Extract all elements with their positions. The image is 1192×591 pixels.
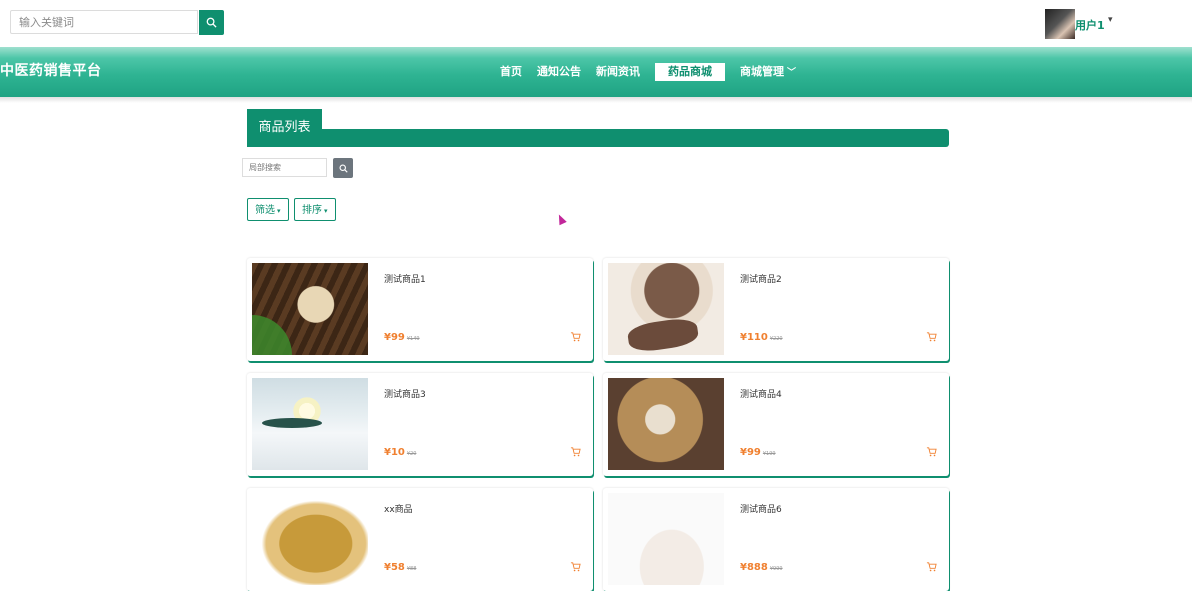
brand-title: 中医药销售平台 — [0, 63, 102, 79]
top-bar: 用户1 ▾ — [0, 0, 1192, 47]
product-name: xx商品 — [384, 505, 413, 515]
product-card[interactable]: xx商品 ¥58 ¥88 — [247, 488, 593, 591]
nav-mall-management[interactable]: 商城管理 ﹀ — [740, 63, 796, 81]
avatar[interactable] — [1045, 9, 1075, 39]
sort-label: 排序 — [302, 205, 322, 216]
price-original: ¥149 — [406, 336, 420, 342]
search-input[interactable] — [10, 10, 198, 34]
sort-dropdown[interactable]: 排序 ▾ — [294, 198, 336, 221]
product-price: ¥10 ¥20 — [384, 447, 416, 458]
caret-down-icon: ▾ — [277, 207, 281, 215]
product-image[interactable] — [252, 263, 368, 355]
section-header: 商品列表 — [247, 109, 949, 148]
mouse-cursor — [555, 212, 567, 226]
price-original: ¥999 — [769, 566, 783, 572]
filter-dropdown[interactable]: 筛选 ▾ — [247, 198, 289, 221]
nav-notices[interactable]: 通知公告 — [537, 63, 581, 81]
price-current: ¥58 — [384, 562, 405, 573]
username[interactable]: 用户1 — [1075, 17, 1105, 33]
search-button[interactable] — [199, 10, 224, 35]
nav-home[interactable]: 首页 — [500, 63, 522, 81]
product-price: ¥110 ¥220 — [740, 332, 783, 343]
product-name: 测试商品1 — [384, 275, 426, 285]
price-original: ¥220 — [769, 336, 783, 342]
cart-icon[interactable] — [926, 561, 937, 572]
cart-icon[interactable] — [570, 331, 581, 342]
price-current: ¥99 — [384, 332, 405, 343]
product-card[interactable]: 测试商品2 ¥110 ¥220 — [603, 258, 949, 361]
product-image[interactable] — [252, 378, 368, 470]
product-card[interactable]: 测试商品6 ¥888 ¥999 — [603, 488, 949, 591]
product-price: ¥99 ¥149 — [384, 332, 420, 343]
price-current: ¥110 — [740, 332, 768, 343]
main-header: 中医药销售平台 首页 通知公告 新闻资讯 药品商城 商城管理 ﹀ — [0, 47, 1192, 103]
product-price: ¥888 ¥999 — [740, 562, 783, 573]
product-name: 测试商品6 — [740, 505, 782, 515]
product-image[interactable] — [608, 263, 724, 355]
product-price: ¥99 ¥199 — [740, 447, 776, 458]
caret-down-icon[interactable]: ▾ — [1108, 15, 1113, 25]
price-current: ¥888 — [740, 562, 768, 573]
nav-mall-management-label: 商城管理 — [740, 65, 784, 78]
cart-icon[interactable] — [570, 561, 581, 572]
cart-icon[interactable] — [926, 446, 937, 457]
product-name: 测试商品4 — [740, 390, 782, 400]
price-original: ¥88 — [406, 566, 417, 572]
local-search-button[interactable] — [333, 158, 353, 178]
section-bar — [247, 129, 949, 147]
product-card[interactable]: 测试商品4 ¥99 ¥199 — [603, 373, 949, 476]
price-current: ¥99 — [740, 447, 761, 458]
price-original: ¥20 — [406, 451, 417, 457]
search-icon — [206, 17, 217, 28]
product-card[interactable]: 测试商品1 ¥99 ¥149 — [247, 258, 593, 361]
search-icon — [338, 163, 348, 173]
product-name: 测试商品3 — [384, 390, 426, 400]
product-name: 测试商品2 — [740, 275, 782, 285]
product-image[interactable] — [608, 378, 724, 470]
product-image[interactable] — [252, 493, 368, 585]
nav-medicine-mall[interactable]: 药品商城 — [655, 63, 725, 81]
price-current: ¥10 — [384, 447, 405, 458]
cart-icon[interactable] — [570, 446, 581, 457]
nav-news[interactable]: 新闻资讯 — [596, 63, 640, 81]
chevron-down-icon: ﹀ — [787, 68, 797, 78]
price-original: ¥199 — [762, 451, 776, 457]
caret-down-icon: ▾ — [324, 207, 328, 215]
main-nav: 首页 通知公告 新闻资讯 药品商城 商城管理 ﹀ — [500, 63, 811, 81]
product-price: ¥58 ¥88 — [384, 562, 416, 573]
product-image[interactable] — [608, 493, 724, 585]
cart-icon[interactable] — [926, 331, 937, 342]
local-search-input[interactable] — [242, 158, 327, 177]
filter-label: 筛选 — [255, 205, 275, 216]
product-card[interactable]: 测试商品3 ¥10 ¥20 — [247, 373, 593, 476]
section-title: 商品列表 — [247, 109, 322, 147]
